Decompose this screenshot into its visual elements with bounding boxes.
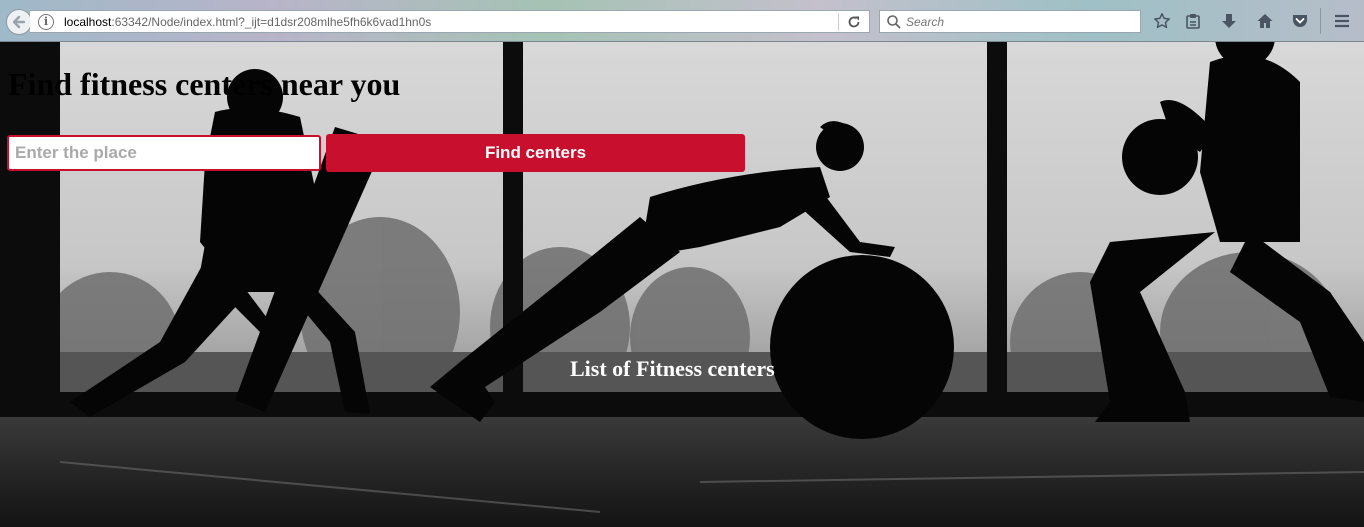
place-search-input[interactable] [7, 135, 321, 171]
fitness-centers-list-heading: List of Fitness centers [570, 356, 775, 381]
page-content: Find fitness centers near you Find cente… [0, 42, 1364, 527]
page-title: Find fitness centers near you [8, 66, 401, 102]
browser-toolbar: i localhost:63342/Node/index.html?_ijt=d… [0, 0, 1364, 42]
url-host: localhost [64, 14, 112, 29]
reload-icon [848, 16, 860, 28]
back-button[interactable] [6, 9, 32, 35]
url-bar[interactable]: i localhost:63342/Node/index.html?_ijt=d… [30, 10, 870, 33]
search-bar[interactable]: Search [879, 10, 1141, 33]
downloads-button[interactable] [1218, 10, 1240, 32]
hamburger-menu-icon [1335, 14, 1349, 28]
pocket-icon [1293, 15, 1307, 27]
home-icon [1257, 14, 1273, 28]
clipboard-icon [1186, 14, 1200, 29]
pocket-button[interactable] [1289, 10, 1311, 32]
search-icon [887, 14, 901, 29]
menu-button[interactable] [1331, 10, 1353, 32]
url-separator [838, 13, 839, 31]
gym-silhouette-background [0, 42, 1364, 527]
bookmark-star-button[interactable] [1151, 10, 1173, 32]
url-text[interactable]: localhost:63342/Node/index.html?_ijt=d1d… [64, 15, 431, 29]
download-arrow-icon [1222, 14, 1236, 28]
star-icon [1154, 13, 1170, 29]
find-centers-button[interactable]: Find centers [326, 134, 745, 172]
home-button[interactable] [1254, 10, 1276, 32]
search-placeholder: Search [906, 14, 945, 29]
reading-list-button[interactable] [1182, 10, 1204, 32]
toolbar-separator [1320, 8, 1321, 34]
url-path: :63342/Node/index.html?_ijt=d1dsr208mlhe… [111, 14, 432, 29]
reload-button[interactable] [843, 12, 865, 32]
back-arrow-icon [12, 15, 26, 29]
site-info-icon[interactable]: i [38, 13, 54, 30]
